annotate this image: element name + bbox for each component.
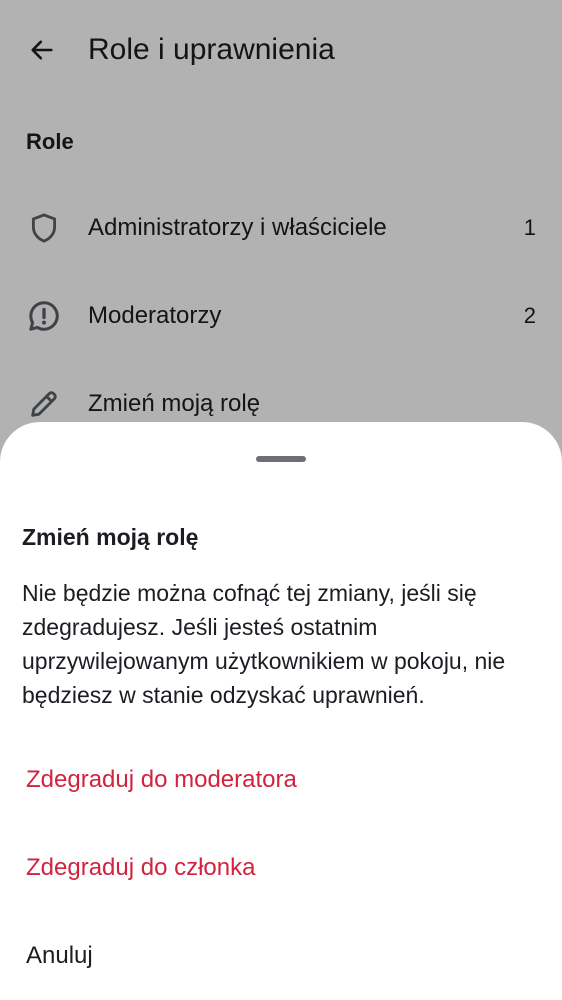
cancel-button[interactable]: Anuluj <box>26 940 93 972</box>
demote-to-member-button[interactable]: Zdegraduj do członka <box>26 852 255 884</box>
drag-handle[interactable] <box>256 456 306 462</box>
demote-to-moderator-button[interactable]: Zdegraduj do moderatora <box>26 764 297 796</box>
sheet-message: Nie będzie można cofnąć tej zmiany, jeśl… <box>22 580 506 708</box>
sheet-title: Zmień moją rolę <box>22 524 199 550</box>
bottom-sheet: Zmień moją rolę Nie będzie można cofnąć … <box>0 422 562 1000</box>
